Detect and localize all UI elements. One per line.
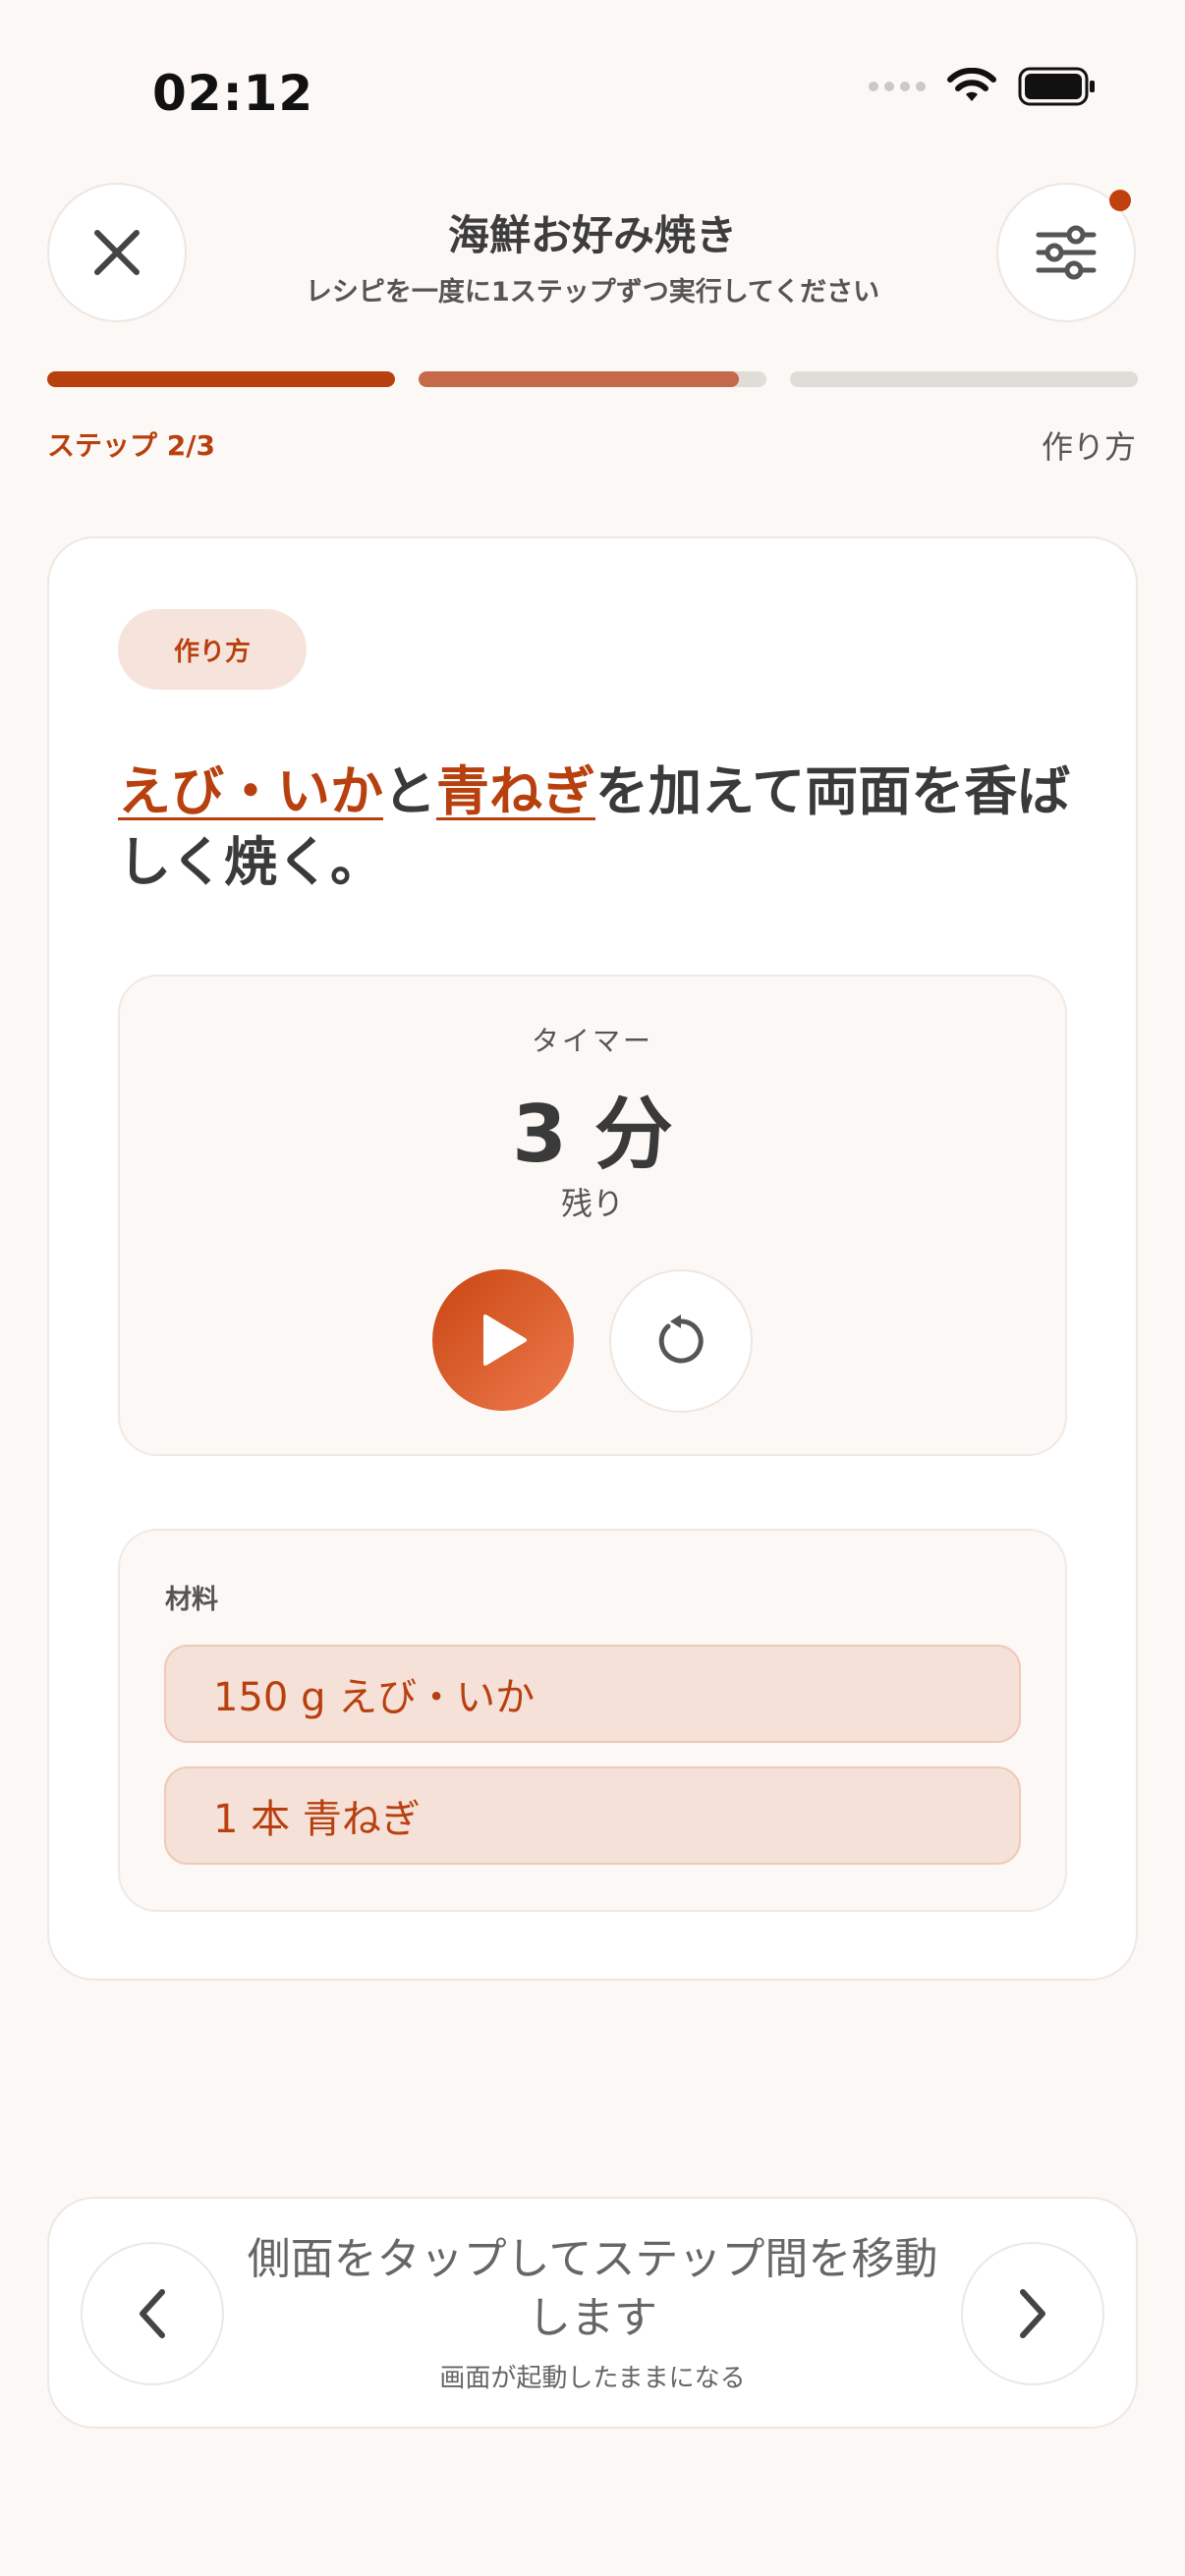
ingredient-chip[interactable]: 150 g えび・いか bbox=[164, 1645, 1021, 1743]
play-icon bbox=[483, 1315, 527, 1366]
status-icons bbox=[869, 67, 1097, 106]
close-button[interactable] bbox=[47, 183, 187, 322]
chevron-right-icon bbox=[1020, 2289, 1045, 2338]
next-step-button[interactable] bbox=[961, 2242, 1104, 2385]
battery-icon bbox=[1018, 67, 1095, 106]
signal-dots-icon bbox=[869, 82, 926, 91]
timer-remaining-label: 残り bbox=[560, 1185, 624, 1222]
wifi-icon bbox=[947, 68, 996, 101]
reset-icon bbox=[658, 1315, 704, 1364]
navigation-hint: 側面をタップしてステップ間を移動します bbox=[247, 2234, 938, 2343]
timer-play-button[interactable] bbox=[432, 1269, 574, 1411]
keep-awake-hint: 画面が起動したままになる bbox=[439, 2364, 746, 2393]
timer-value: 3 分 bbox=[512, 1089, 673, 1180]
page-subtitle: レシピを一度に1ステップずつ実行してください bbox=[305, 277, 880, 308]
progress-segment-3 bbox=[790, 371, 1138, 387]
section-label: 作り方 bbox=[1041, 428, 1136, 466]
close-icon bbox=[94, 230, 140, 275]
step-instruction: えび・いかと青ねぎを加えて両面を香ばしく焼く。 bbox=[118, 756, 1081, 898]
ingredient-link[interactable]: 青ねぎ bbox=[436, 760, 595, 822]
progress-segment-1 bbox=[47, 371, 395, 387]
chevron-left-icon bbox=[140, 2289, 165, 2338]
timer-label: タイマー bbox=[531, 1025, 653, 1057]
ingredient-chip[interactable]: 1 本 青ねぎ bbox=[164, 1766, 1021, 1865]
ingredients-label: 材料 bbox=[165, 1585, 218, 1615]
progress-segment-2 bbox=[419, 371, 766, 387]
notification-dot bbox=[1109, 190, 1131, 211]
sliders-icon bbox=[1036, 225, 1097, 280]
ingredient-link[interactable]: えび・いか bbox=[118, 760, 383, 822]
step-badge: 作り方 bbox=[118, 609, 307, 690]
page-title: 海鮮お好み焼き bbox=[447, 211, 737, 259]
status-time: 02:12 bbox=[152, 65, 314, 122]
instruction-text: と bbox=[383, 760, 436, 822]
timer-reset-button[interactable] bbox=[609, 1269, 753, 1413]
previous-step-button[interactable] bbox=[81, 2242, 224, 2385]
step-counter: ステップ 2/3 bbox=[47, 429, 215, 462]
